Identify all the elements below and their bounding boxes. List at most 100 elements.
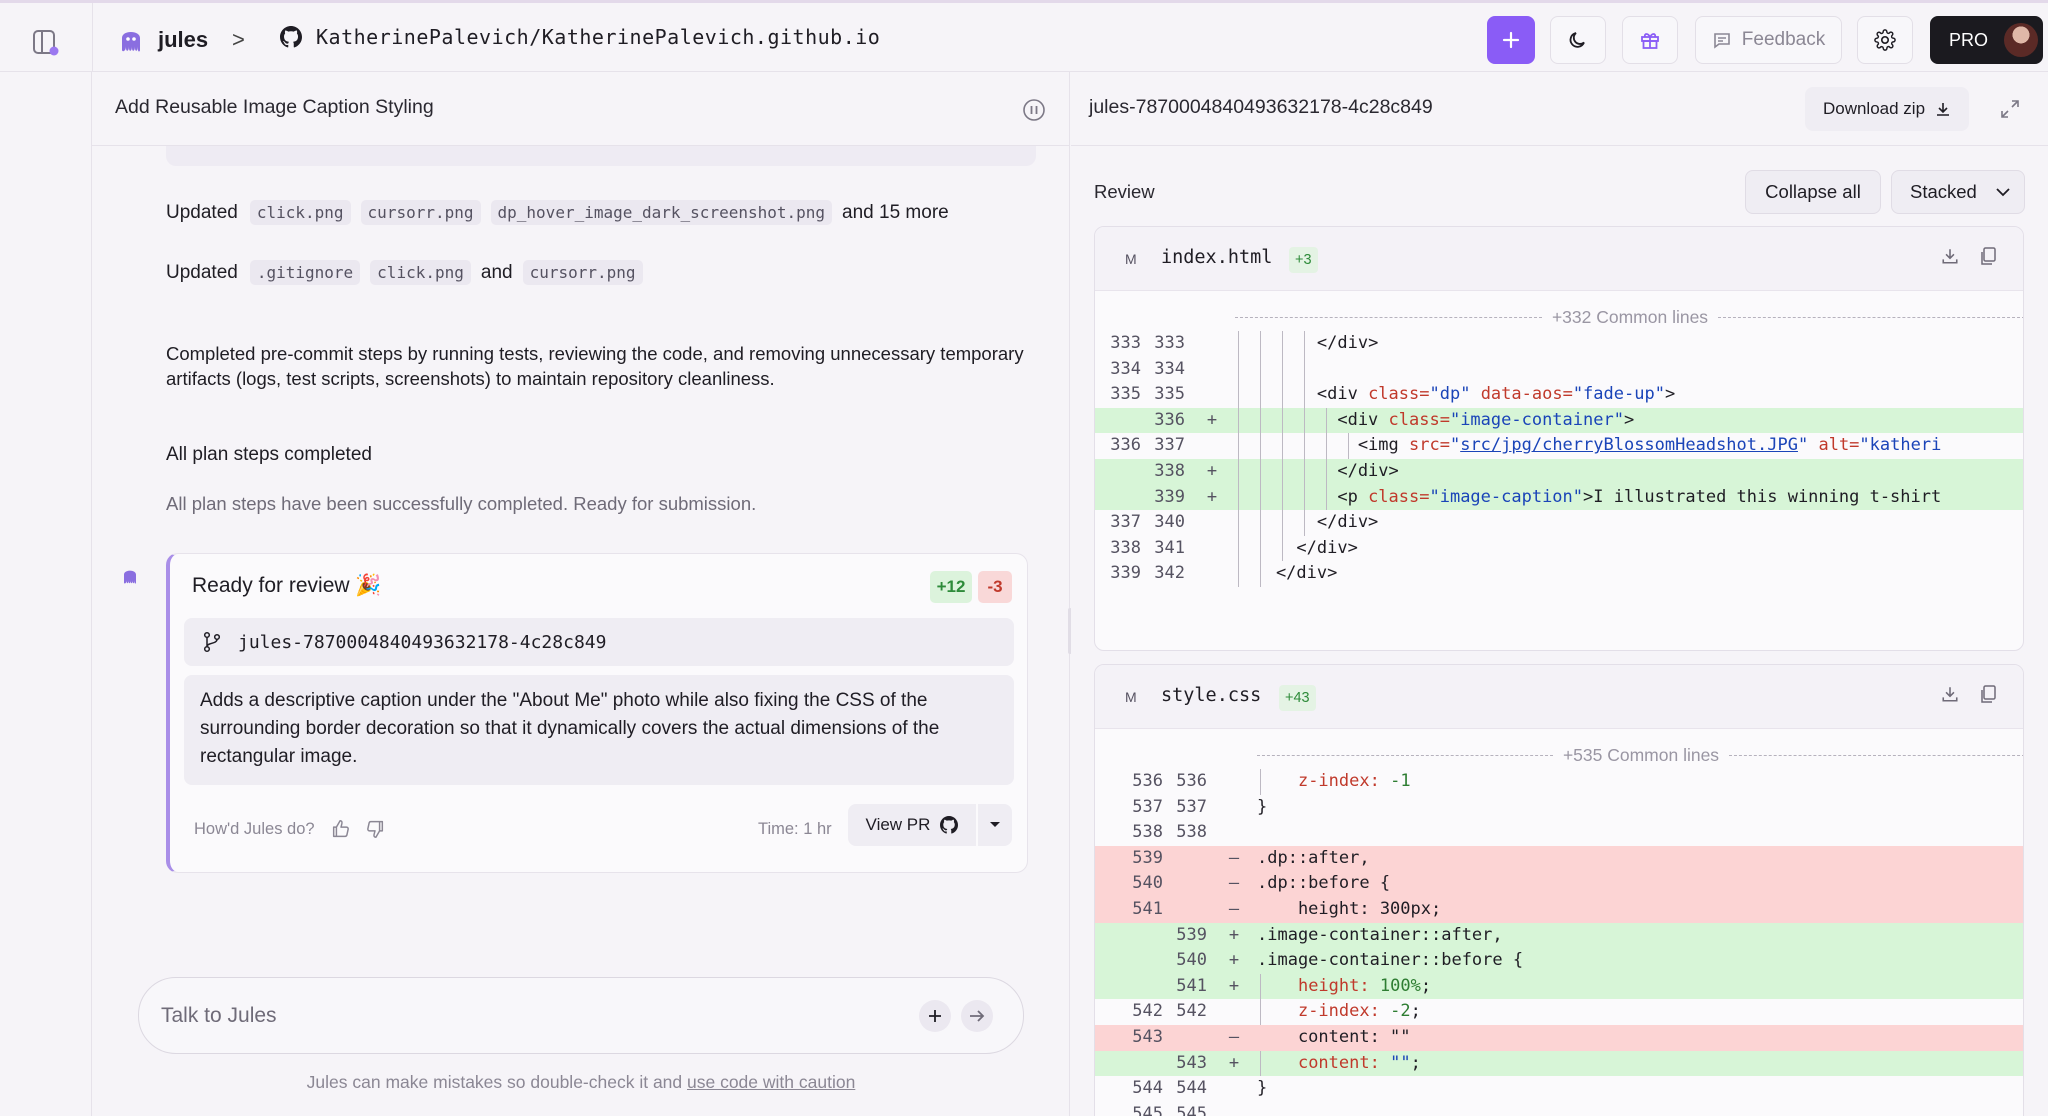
view-pr-button[interactable]: View PR bbox=[848, 804, 976, 846]
chevron-down-icon bbox=[1996, 187, 2010, 196]
file-header[interactable]: M style.css +43 bbox=[1095, 665, 2023, 729]
repo-breadcrumb[interactable]: KatherinePalevich/KatherinePalevich.gith… bbox=[280, 25, 880, 49]
gift-icon bbox=[1641, 33, 1659, 49]
plan-title: All plan steps completed bbox=[166, 444, 372, 465]
diff-line: 542 542 z-index: -2; bbox=[1095, 999, 2023, 1025]
more-files-link[interactable]: and 15 more bbox=[842, 202, 949, 224]
file-chip[interactable]: click.png bbox=[249, 200, 351, 225]
summary-text: Completed pre-commit steps by running te… bbox=[166, 343, 1024, 389]
chat-input-box bbox=[138, 977, 1024, 1054]
thumbs-down-icon[interactable] bbox=[364, 818, 386, 845]
common-lines-expander[interactable]: +332 Common lines bbox=[1235, 305, 2023, 329]
moon-icon bbox=[1569, 32, 1585, 48]
download-icon bbox=[1937, 103, 1950, 116]
feedback-label: Feedback bbox=[1741, 29, 1826, 50]
chat-pane: Add Reusable Image Caption Styling Updat… bbox=[92, 72, 1070, 1116]
gear-icon bbox=[1874, 29, 1896, 51]
send-button[interactable] bbox=[961, 1000, 993, 1032]
chat-input[interactable] bbox=[161, 998, 861, 1034]
previous-message-card bbox=[166, 146, 1036, 166]
new-task-button[interactable] bbox=[1487, 16, 1535, 64]
view-pr-label: View PR bbox=[865, 815, 931, 834]
expand-icon[interactable] bbox=[1999, 98, 2021, 125]
common-lines-label: +332 Common lines bbox=[1551, 306, 1709, 327]
diff-header: jules-7870004840493632178-4c28c849 Downl… bbox=[1071, 72, 2048, 146]
pause-icon bbox=[1023, 99, 1045, 121]
time-label: Time: 1 hr bbox=[758, 820, 832, 838]
sidebar-toggle-icon[interactable] bbox=[28, 25, 62, 59]
rail-divider bbox=[92, 3, 93, 75]
file-chip[interactable]: dp_hover_image_dark_screenshot.png bbox=[490, 200, 833, 225]
file-chip[interactable]: cursorr.png bbox=[522, 260, 643, 285]
diff-file-style-css: M style.css +43 +535 Common lines 536 536… bbox=[1094, 664, 2024, 1116]
ready-for-review-card: Ready for review 🎉 +12 -3 jules-78700048… bbox=[166, 553, 1028, 873]
pause-button[interactable] bbox=[1022, 98, 1046, 122]
brand[interactable]: jules bbox=[116, 21, 208, 59]
diff-line-added: 541 + height: 100%; bbox=[1095, 973, 2023, 1000]
download-file-icon[interactable] bbox=[1941, 247, 1959, 270]
download-zip-button[interactable]: Download zip bbox=[1805, 87, 1969, 131]
account-button[interactable]: PRO bbox=[1930, 16, 2043, 64]
branch-name: jules-7870004840493632178-4c28c849 bbox=[238, 631, 607, 653]
file-additions: +43 bbox=[1279, 685, 1316, 711]
view-mode-select[interactable]: Stacked bbox=[1891, 170, 2025, 214]
feedback-button[interactable]: Feedback bbox=[1695, 16, 1842, 64]
download-file-icon[interactable] bbox=[1941, 685, 1959, 708]
github-icon bbox=[940, 816, 959, 834]
attach-button[interactable] bbox=[919, 1000, 951, 1032]
deletions-badge: -3 bbox=[978, 571, 1012, 603]
top-bar: jules > KatherinePalevich/KatherinePalev… bbox=[0, 0, 2048, 75]
collapse-all-button[interactable]: Collapse all bbox=[1745, 170, 1881, 214]
caret-down-icon bbox=[990, 822, 1000, 827]
git-branch-icon bbox=[203, 631, 221, 653]
review-pane: jules-7870004840493632178-4c28c849 Downl… bbox=[1071, 72, 2048, 1116]
rating-label: How'd Jules do? bbox=[194, 820, 315, 838]
github-icon bbox=[280, 26, 302, 48]
view-pr-dropdown[interactable] bbox=[978, 804, 1012, 846]
jules-logo-icon bbox=[122, 32, 140, 52]
jules-avatar-icon bbox=[120, 564, 140, 593]
download-zip-label: Download zip bbox=[1822, 99, 1926, 118]
diff-line: 338 341 </div> bbox=[1095, 535, 2023, 562]
diff-line-added: 336 + <div class="image-container"> bbox=[1095, 407, 2023, 434]
file-header[interactable]: M index.html +3 bbox=[1095, 227, 2023, 291]
and-text: and bbox=[480, 261, 513, 283]
updated-files-row-2: Updated .gitignore click.png and cursorr… bbox=[166, 260, 643, 285]
plus-icon bbox=[1502, 31, 1520, 49]
review-description: Adds a descriptive caption under the "Ab… bbox=[184, 675, 1014, 785]
thumbs-up-icon[interactable] bbox=[330, 818, 352, 845]
file-additions: +3 bbox=[1289, 247, 1318, 273]
diff-line-removed: 541— height: 300px; bbox=[1095, 897, 2023, 923]
arrow-right-icon bbox=[970, 1010, 985, 1022]
pro-label: PRO bbox=[1949, 29, 1989, 50]
diff-line: 536 536 z-index: -1 bbox=[1095, 769, 2023, 795]
diff-line-added: 339 + <p class="image-caption">I illustra… bbox=[1095, 484, 2023, 511]
diff-line-added: 338 + </div> bbox=[1095, 459, 2023, 485]
gift-button[interactable] bbox=[1622, 16, 1678, 64]
disclaimer-text: Jules can make mistakes so double-check … bbox=[306, 1072, 687, 1092]
copy-icon[interactable] bbox=[1979, 685, 1997, 710]
branch-box: jules-7870004840493632178-4c28c849 bbox=[184, 618, 1014, 666]
copy-icon[interactable] bbox=[1979, 247, 1997, 272]
file-chip[interactable]: cursorr.png bbox=[360, 200, 481, 225]
theme-toggle-button[interactable] bbox=[1550, 16, 1606, 64]
updated-files-row-1: Updated click.png cursorr.png dp_hover_i… bbox=[166, 200, 949, 225]
caution-link[interactable]: use code with caution bbox=[687, 1072, 855, 1092]
diff-line: 544 544} bbox=[1132, 1078, 1268, 1099]
diff-file-index-html: M index.html +3 +332 Common lines 333 333… bbox=[1094, 226, 2024, 651]
updated-label: Updated bbox=[166, 201, 238, 223]
diff-line: 337 340 </div> bbox=[1095, 510, 2023, 536]
diff-branch-name: jules-7870004840493632178-4c28c849 bbox=[1089, 96, 1433, 118]
diff-line: 335 335 <div class="dp" data-aos="fade-up… bbox=[1095, 382, 2023, 408]
diff-line: 334 334 bbox=[1095, 356, 2023, 383]
avatar bbox=[2004, 23, 2039, 57]
diff-line-removed: 540— .dp::before { bbox=[1095, 871, 2023, 897]
settings-button[interactable] bbox=[1857, 16, 1913, 64]
file-chip[interactable]: .gitignore bbox=[249, 260, 361, 285]
task-title: Add Reusable Image Caption Styling bbox=[115, 96, 434, 118]
diff-line-removed: 543— content: "" bbox=[1095, 1025, 2023, 1051]
file-name: index.html bbox=[1161, 247, 1273, 268]
common-lines-expander[interactable]: +535 Common lines bbox=[1257, 743, 2023, 767]
diff-line: 336 337 <img src="src/jpg/cherryBlossomHe… bbox=[1095, 433, 2023, 459]
file-chip[interactable]: click.png bbox=[370, 260, 471, 285]
